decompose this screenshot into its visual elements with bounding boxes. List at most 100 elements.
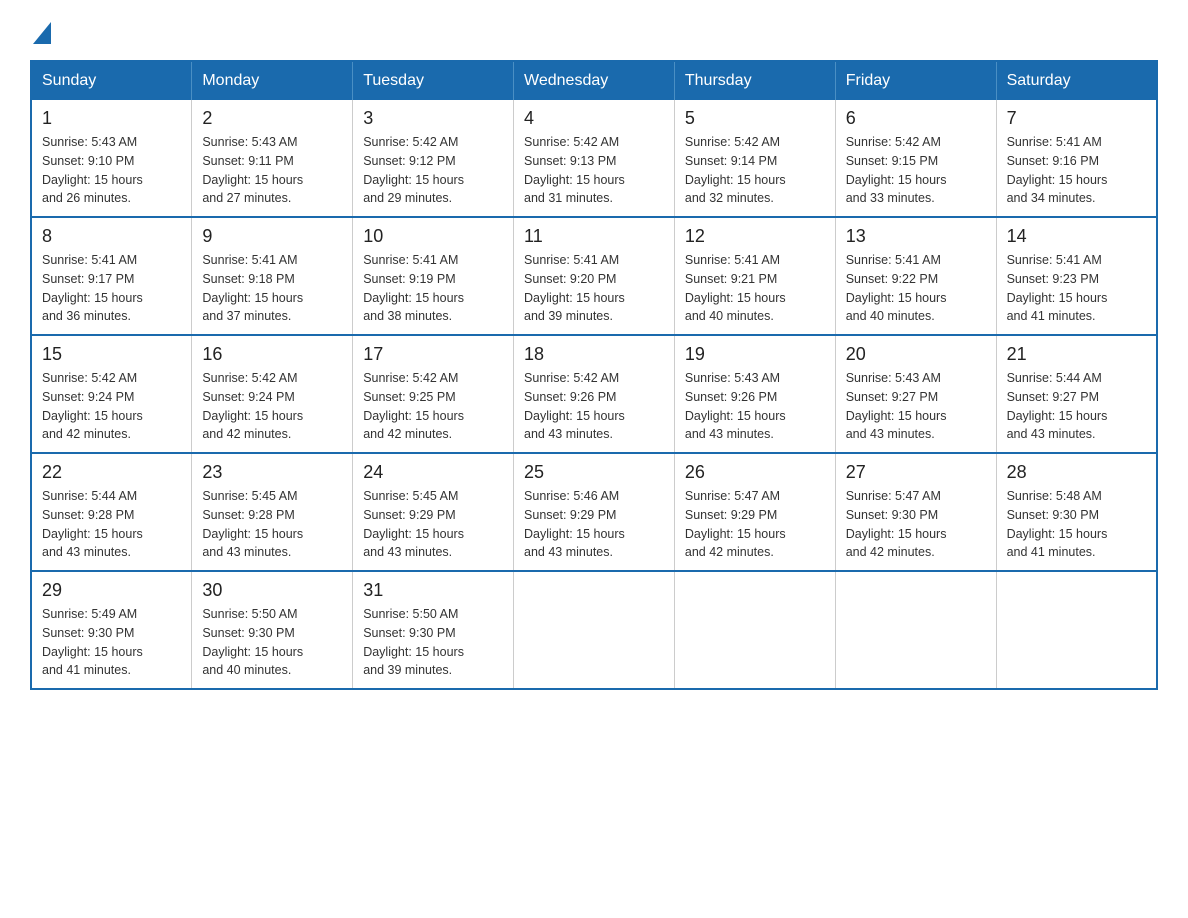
header — [30, 20, 1158, 40]
day-info: Sunrise: 5:42 AMSunset: 9:14 PMDaylight:… — [685, 133, 825, 208]
day-number: 12 — [685, 226, 825, 247]
calendar-cell: 29 Sunrise: 5:49 AMSunset: 9:30 PMDayligh… — [31, 571, 192, 689]
calendar-cell: 11Sunrise: 5:41 AMSunset: 9:20 PMDayligh… — [514, 217, 675, 335]
day-info: Sunrise: 5:49 AMSunset: 9:30 PMDaylight:… — [42, 605, 181, 680]
header-tuesday: Tuesday — [353, 61, 514, 100]
header-thursday: Thursday — [674, 61, 835, 100]
day-info: Sunrise: 5:44 AMSunset: 9:27 PMDaylight:… — [1007, 369, 1146, 444]
day-info: Sunrise: 5:42 AMSunset: 9:24 PMDaylight:… — [202, 369, 342, 444]
day-info: Sunrise: 5:47 AMSunset: 9:30 PMDaylight:… — [846, 487, 986, 562]
day-number: 13 — [846, 226, 986, 247]
calendar-week-row: 29 Sunrise: 5:49 AMSunset: 9:30 PMDayligh… — [31, 571, 1157, 689]
calendar-cell: 12Sunrise: 5:41 AMSunset: 9:21 PMDayligh… — [674, 217, 835, 335]
day-info: Sunrise: 5:45 AMSunset: 9:28 PMDaylight:… — [202, 487, 342, 562]
calendar-cell: 2Sunrise: 5:43 AMSunset: 9:11 PMDaylight… — [192, 100, 353, 217]
calendar-cell: 1Sunrise: 5:43 AMSunset: 9:10 PMDaylight… — [31, 100, 192, 217]
logo-triangle-icon — [33, 22, 51, 44]
day-info: Sunrise: 5:47 AMSunset: 9:29 PMDaylight:… — [685, 487, 825, 562]
calendar-cell: 6 Sunrise: 5:42 AMSunset: 9:15 PMDaylight… — [835, 100, 996, 217]
day-number: 16 — [202, 344, 342, 365]
day-number: 9 — [202, 226, 342, 247]
logo — [30, 20, 51, 40]
day-info: Sunrise: 5:42 AMSunset: 9:24 PMDaylight:… — [42, 369, 181, 444]
day-number: 14 — [1007, 226, 1146, 247]
day-info: Sunrise: 5:41 AMSunset: 9:18 PMDaylight:… — [202, 251, 342, 326]
day-info: Sunrise: 5:45 AMSunset: 9:29 PMDaylight:… — [363, 487, 503, 562]
day-number: 8 — [42, 226, 181, 247]
day-info: Sunrise: 5:46 AMSunset: 9:29 PMDaylight:… — [524, 487, 664, 562]
calendar-cell: 17 Sunrise: 5:42 AMSunset: 9:25 PMDayligh… — [353, 335, 514, 453]
day-number: 22 — [42, 462, 181, 483]
calendar-cell: 15 Sunrise: 5:42 AMSunset: 9:24 PMDayligh… — [31, 335, 192, 453]
day-number: 26 — [685, 462, 825, 483]
calendar-week-row: 1Sunrise: 5:43 AMSunset: 9:10 PMDaylight… — [31, 100, 1157, 217]
calendar-cell: 5 Sunrise: 5:42 AMSunset: 9:14 PMDaylight… — [674, 100, 835, 217]
day-number: 30 — [202, 580, 342, 601]
day-info: Sunrise: 5:42 AMSunset: 9:26 PMDaylight:… — [524, 369, 664, 444]
day-info: Sunrise: 5:41 AMSunset: 9:22 PMDaylight:… — [846, 251, 986, 326]
calendar-table: SundayMondayTuesdayWednesdayThursdayFrid… — [30, 60, 1158, 690]
day-number: 21 — [1007, 344, 1146, 365]
day-info: Sunrise: 5:41 AMSunset: 9:17 PMDaylight:… — [42, 251, 181, 326]
day-info: Sunrise: 5:42 AMSunset: 9:12 PMDaylight:… — [363, 133, 503, 208]
day-info: Sunrise: 5:48 AMSunset: 9:30 PMDaylight:… — [1007, 487, 1146, 562]
day-number: 3 — [363, 108, 503, 129]
calendar-week-row: 15 Sunrise: 5:42 AMSunset: 9:24 PMDayligh… — [31, 335, 1157, 453]
header-friday: Friday — [835, 61, 996, 100]
calendar-cell: 19Sunrise: 5:43 AMSunset: 9:26 PMDayligh… — [674, 335, 835, 453]
calendar-week-row: 8 Sunrise: 5:41 AMSunset: 9:17 PMDaylight… — [31, 217, 1157, 335]
day-info: Sunrise: 5:43 AMSunset: 9:11 PMDaylight:… — [202, 133, 342, 208]
calendar-cell: 8 Sunrise: 5:41 AMSunset: 9:17 PMDaylight… — [31, 217, 192, 335]
calendar-cell: 7Sunrise: 5:41 AMSunset: 9:16 PMDaylight… — [996, 100, 1157, 217]
day-info: Sunrise: 5:50 AMSunset: 9:30 PMDaylight:… — [363, 605, 503, 680]
day-info: Sunrise: 5:41 AMSunset: 9:19 PMDaylight:… — [363, 251, 503, 326]
day-number: 29 — [42, 580, 181, 601]
day-number: 15 — [42, 344, 181, 365]
calendar-cell: 23Sunrise: 5:45 AMSunset: 9:28 PMDayligh… — [192, 453, 353, 571]
header-saturday: Saturday — [996, 61, 1157, 100]
day-info: Sunrise: 5:42 AMSunset: 9:13 PMDaylight:… — [524, 133, 664, 208]
day-info: Sunrise: 5:42 AMSunset: 9:25 PMDaylight:… — [363, 369, 503, 444]
calendar-cell: 20 Sunrise: 5:43 AMSunset: 9:27 PMDayligh… — [835, 335, 996, 453]
day-number: 5 — [685, 108, 825, 129]
header-sunday: Sunday — [31, 61, 192, 100]
day-number: 11 — [524, 226, 664, 247]
calendar-cell: 10 Sunrise: 5:41 AMSunset: 9:19 PMDayligh… — [353, 217, 514, 335]
calendar-cell: 21 Sunrise: 5:44 AMSunset: 9:27 PMDayligh… — [996, 335, 1157, 453]
day-info: Sunrise: 5:50 AMSunset: 9:30 PMDaylight:… — [202, 605, 342, 680]
day-number: 31 — [363, 580, 503, 601]
calendar-cell: 14 Sunrise: 5:41 AMSunset: 9:23 PMDayligh… — [996, 217, 1157, 335]
calendar-cell: 28 Sunrise: 5:48 AMSunset: 9:30 PMDayligh… — [996, 453, 1157, 571]
calendar-cell — [835, 571, 996, 689]
day-info: Sunrise: 5:43 AMSunset: 9:10 PMDaylight:… — [42, 133, 181, 208]
day-number: 6 — [846, 108, 986, 129]
day-number: 28 — [1007, 462, 1146, 483]
day-number: 27 — [846, 462, 986, 483]
calendar-cell: 16 Sunrise: 5:42 AMSunset: 9:24 PMDayligh… — [192, 335, 353, 453]
header-monday: Monday — [192, 61, 353, 100]
calendar-cell: 31 Sunrise: 5:50 AMSunset: 9:30 PMDayligh… — [353, 571, 514, 689]
day-number: 4 — [524, 108, 664, 129]
day-number: 25 — [524, 462, 664, 483]
calendar-cell: 9 Sunrise: 5:41 AMSunset: 9:18 PMDaylight… — [192, 217, 353, 335]
day-number: 20 — [846, 344, 986, 365]
day-info: Sunrise: 5:41 AMSunset: 9:23 PMDaylight:… — [1007, 251, 1146, 326]
day-number: 24 — [363, 462, 503, 483]
calendar-cell: 24 Sunrise: 5:45 AMSunset: 9:29 PMDayligh… — [353, 453, 514, 571]
calendar-cell: 25 Sunrise: 5:46 AMSunset: 9:29 PMDayligh… — [514, 453, 675, 571]
day-info: Sunrise: 5:43 AMSunset: 9:27 PMDaylight:… — [846, 369, 986, 444]
day-info: Sunrise: 5:42 AMSunset: 9:15 PMDaylight:… — [846, 133, 986, 208]
calendar-cell: 4 Sunrise: 5:42 AMSunset: 9:13 PMDaylight… — [514, 100, 675, 217]
day-number: 17 — [363, 344, 503, 365]
calendar-cell: 3 Sunrise: 5:42 AMSunset: 9:12 PMDaylight… — [353, 100, 514, 217]
calendar-cell: 18Sunrise: 5:42 AMSunset: 9:26 PMDayligh… — [514, 335, 675, 453]
day-info: Sunrise: 5:44 AMSunset: 9:28 PMDaylight:… — [42, 487, 181, 562]
calendar-cell — [674, 571, 835, 689]
calendar-cell: 27 Sunrise: 5:47 AMSunset: 9:30 PMDayligh… — [835, 453, 996, 571]
calendar-cell: 26 Sunrise: 5:47 AMSunset: 9:29 PMDayligh… — [674, 453, 835, 571]
calendar-header-row: SundayMondayTuesdayWednesdayThursdayFrid… — [31, 61, 1157, 100]
calendar-cell: 30 Sunrise: 5:50 AMSunset: 9:30 PMDayligh… — [192, 571, 353, 689]
calendar-week-row: 22 Sunrise: 5:44 AMSunset: 9:28 PMDayligh… — [31, 453, 1157, 571]
day-number: 10 — [363, 226, 503, 247]
calendar-cell: 13 Sunrise: 5:41 AMSunset: 9:22 PMDayligh… — [835, 217, 996, 335]
